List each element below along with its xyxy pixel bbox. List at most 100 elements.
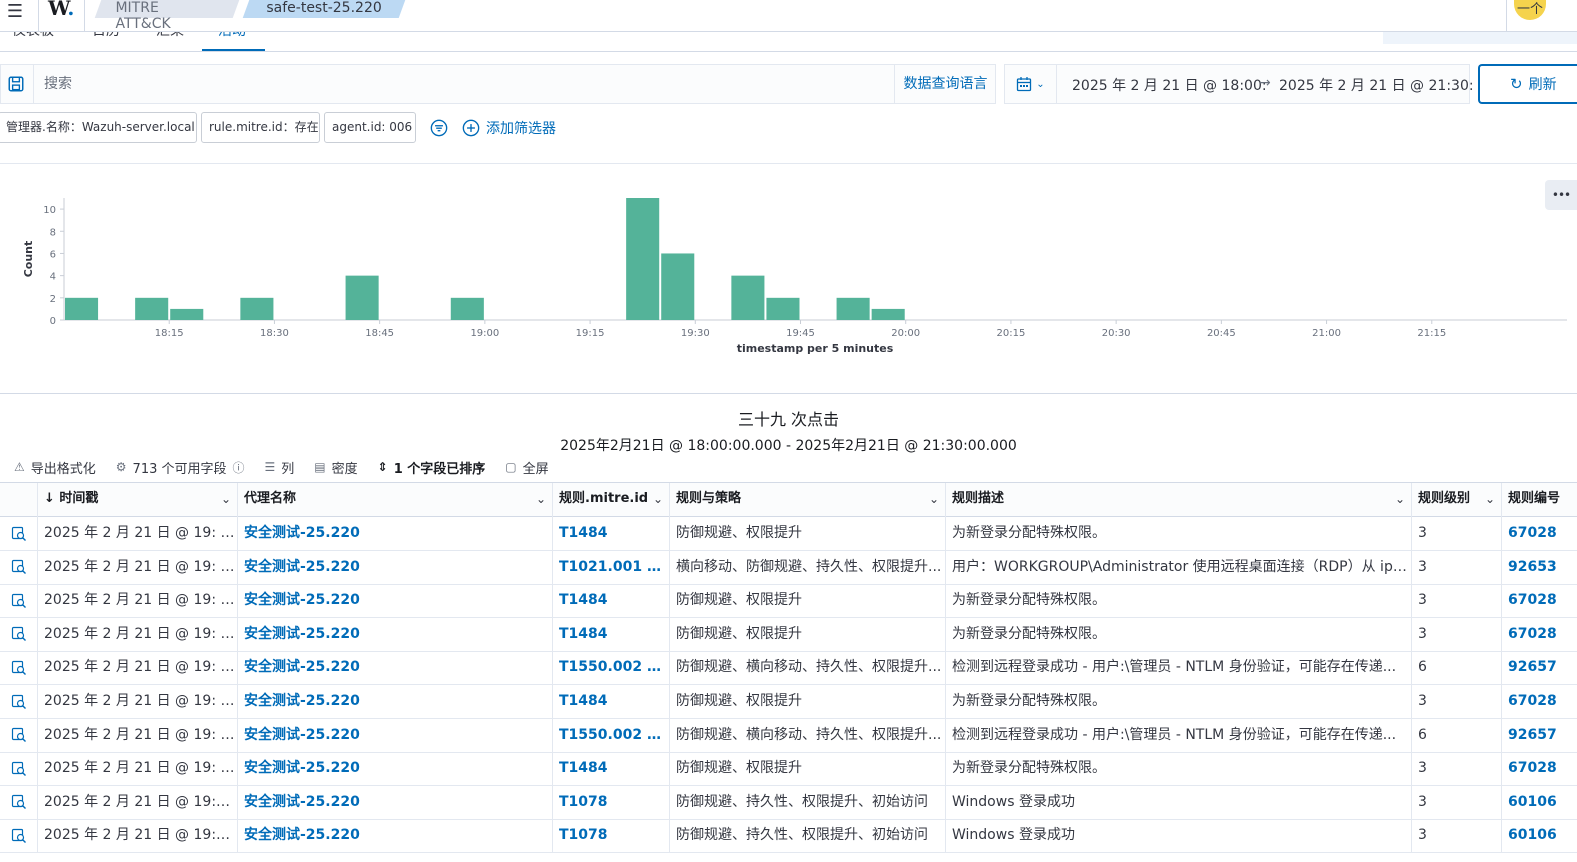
- cell-rule-id[interactable]: 67028: [1502, 584, 1577, 617]
- cell-mitre-id[interactable]: T1550.002 T10: [553, 718, 670, 752]
- cell-agent-name[interactable]: 安全测试-25.220: [238, 550, 553, 584]
- info-icon: ⓘ: [232, 460, 245, 475]
- cell-rule-id[interactable]: 67028: [1502, 685, 1577, 718]
- chevron-down-icon[interactable]: ⌄: [536, 483, 546, 515]
- cell-rule-id[interactable]: 67028: [1502, 517, 1577, 550]
- header-timestamp[interactable]: ↓ 时间戳 ⌄: [38, 483, 238, 517]
- header-agent-name[interactable]: 代理名称 ⌄: [238, 483, 553, 517]
- cell-rule-level: 3: [1412, 752, 1502, 786]
- export-label: 导出格式化: [30, 461, 96, 477]
- columns-button[interactable]: ☰ 列: [265, 458, 295, 477]
- tab-dashboard[interactable]: 仪表板: [12, 32, 54, 40]
- cell-rule-id[interactable]: 92657: [1502, 719, 1577, 752]
- inspect-document-icon[interactable]: [0, 685, 38, 718]
- filter-pill-agent[interactable]: agent.id: 006: [324, 112, 416, 143]
- chevron-down-icon[interactable]: ⌄: [1485, 483, 1495, 515]
- cell-mitre-id[interactable]: T1484: [553, 584, 670, 618]
- sort-fields-button[interactable]: ⇕ 1 个字段已排序: [378, 458, 486, 477]
- tab-summary[interactable]: 汇果: [156, 32, 184, 40]
- header-label: 规则描述: [952, 491, 1005, 506]
- cell-rule-id[interactable]: 67028: [1502, 618, 1577, 651]
- chevron-down-icon[interactable]: ⌄: [1395, 483, 1405, 515]
- histogram-chart[interactable]: 0 2 4 6 8 10 Count 18:15 18:30 18:45 19:00 19:15 19:…: [0, 164, 1577, 395]
- cell-agent-name[interactable]: 安全测试-25.220: [238, 517, 553, 550]
- cell-agent-name[interactable]: 安全测试-25.220: [238, 651, 553, 685]
- quick-select-button[interactable]: ⌄: [1005, 65, 1057, 103]
- inspect-document-icon[interactable]: [0, 550, 38, 584]
- x-axis-label: timestamp per 5 minutes: [737, 342, 894, 355]
- cell-mitre-id[interactable]: T1078: [553, 819, 670, 853]
- cell-rule-id[interactable]: 92653: [1502, 551, 1577, 584]
- date-end[interactable]: 2025 年 2 月 21 日 @ 21:30:: [1279, 75, 1474, 95]
- breadcrumb-mitre[interactable]: MITRE ATT&CK: [94, 0, 240, 32]
- cell-rule-level: 3: [1412, 617, 1502, 651]
- cell-agent-name[interactable]: 安全测试-25.220: [238, 718, 553, 752]
- cell-rule-id[interactable]: 60106: [1502, 819, 1577, 852]
- table-row: 2025 年 2 月 21 日 @ 19: 2... 安全测试-25.220 T14…: [0, 584, 1577, 619]
- cell-mitre-id[interactable]: T1484: [553, 752, 670, 786]
- histogram-bar: [240, 297, 274, 320]
- cell-mitre-id[interactable]: T1021.001 T107: [553, 550, 670, 584]
- tab-calendar[interactable]: 日历: [92, 32, 120, 40]
- cell-agent-name[interactable]: 安全测试-25.220: [238, 752, 553, 786]
- filter-pill-manager[interactable]: 管理器.名称：Wazuh-server.local: [0, 112, 197, 143]
- inspect-document-icon[interactable]: [0, 752, 38, 786]
- refresh-icon: ↻: [1510, 75, 1523, 93]
- cell-mitre-id[interactable]: T1484: [553, 685, 670, 718]
- query-language-button[interactable]: 数据查询语言: [894, 65, 996, 103]
- saved-query-icon[interactable]: [7, 75, 25, 93]
- header-rule-level[interactable]: 规则级别 ⌄: [1412, 483, 1502, 517]
- user-avatar[interactable]: 一个: [1514, 0, 1546, 20]
- cell-mitre-id[interactable]: T1550.002 T10: [553, 651, 670, 685]
- density-button[interactable]: ▤ 密度: [314, 458, 357, 477]
- chevron-down-icon[interactable]: ⌄: [929, 483, 939, 515]
- x-tick-label: 20:00: [891, 328, 920, 339]
- app-logo[interactable]: W.: [48, 0, 74, 20]
- hamburger-menu-icon[interactable]: ☰: [2, 0, 28, 22]
- cell-mitre-id[interactable]: T1484: [553, 617, 670, 651]
- search-input[interactable]: [33, 65, 893, 103]
- inspect-document-icon[interactable]: [0, 785, 38, 819]
- inspect-document-icon[interactable]: [0, 517, 38, 550]
- cell-agent-name[interactable]: 安全测试-25.220: [238, 617, 553, 651]
- header-rule-id[interactable]: 规则编号: [1502, 483, 1577, 517]
- cell-rule-id[interactable]: 67028: [1502, 752, 1577, 785]
- cell-rule-id[interactable]: 60106: [1502, 786, 1577, 819]
- date-start[interactable]: 2025 年 2 月 21 日 @ 18:00:: [1072, 75, 1267, 95]
- y-tick-label: 8: [50, 227, 56, 238]
- chevron-down-icon[interactable]: ⌄: [221, 483, 231, 515]
- refresh-button[interactable]: ↻ 刷新: [1478, 64, 1577, 104]
- x-tick-label: 21:00: [1312, 328, 1341, 339]
- fullscreen-button[interactable]: ▢ 全屏: [505, 458, 548, 477]
- panel-options-button[interactable]: •••: [1545, 180, 1577, 210]
- inspect-document-icon[interactable]: [0, 651, 38, 685]
- header-label: 规则与策略: [676, 491, 742, 506]
- header-tactics[interactable]: 规则与策略 ⌄: [670, 483, 946, 517]
- refresh-label: 刷新: [1528, 77, 1557, 93]
- inspect-document-icon[interactable]: [0, 617, 38, 651]
- breadcrumb-agent[interactable]: safe-test-25.220: [242, 0, 406, 18]
- y-tick-label: 6: [50, 249, 56, 260]
- cell-agent-name[interactable]: 安全测试-25.220: [238, 785, 553, 819]
- inspect-document-icon[interactable]: [0, 819, 38, 853]
- header-mitre-id[interactable]: 规则.mitre.id ⌄: [553, 483, 670, 517]
- add-filter-button[interactable]: 添加筛选器: [462, 118, 556, 138]
- cell-agent-name[interactable]: 安全测试-25.220: [238, 819, 553, 853]
- cell-mitre-id[interactable]: T1484: [553, 517, 670, 550]
- filter-options-icon[interactable]: [430, 119, 448, 137]
- cell-mitre-id[interactable]: T1078: [553, 785, 670, 819]
- cell-rule-description: 为新登录分配特殊权限。: [946, 517, 1412, 550]
- cell-agent-name[interactable]: 安全测试-25.220: [238, 584, 553, 618]
- inspect-document-icon[interactable]: [0, 584, 38, 618]
- inspect-document-icon[interactable]: [0, 718, 38, 752]
- available-fields-button[interactable]: ⚙ 713 个可用字段 ⓘ: [116, 458, 245, 477]
- header-rule-description[interactable]: 规则描述 ⌄: [946, 483, 1412, 517]
- header-control-column: [0, 483, 38, 517]
- sort-icon: ⇕: [377, 460, 388, 474]
- export-formatted-button[interactable]: ⚠ 导出格式化: [14, 458, 96, 477]
- tab-events[interactable]: 活动: [218, 32, 246, 40]
- cell-agent-name[interactable]: 安全测试-25.220: [238, 685, 553, 718]
- chevron-down-icon[interactable]: ⌄: [653, 483, 663, 515]
- filter-pill-mitre[interactable]: rule.mitre.id：存在: [201, 112, 320, 143]
- cell-rule-id[interactable]: 92657: [1502, 651, 1577, 684]
